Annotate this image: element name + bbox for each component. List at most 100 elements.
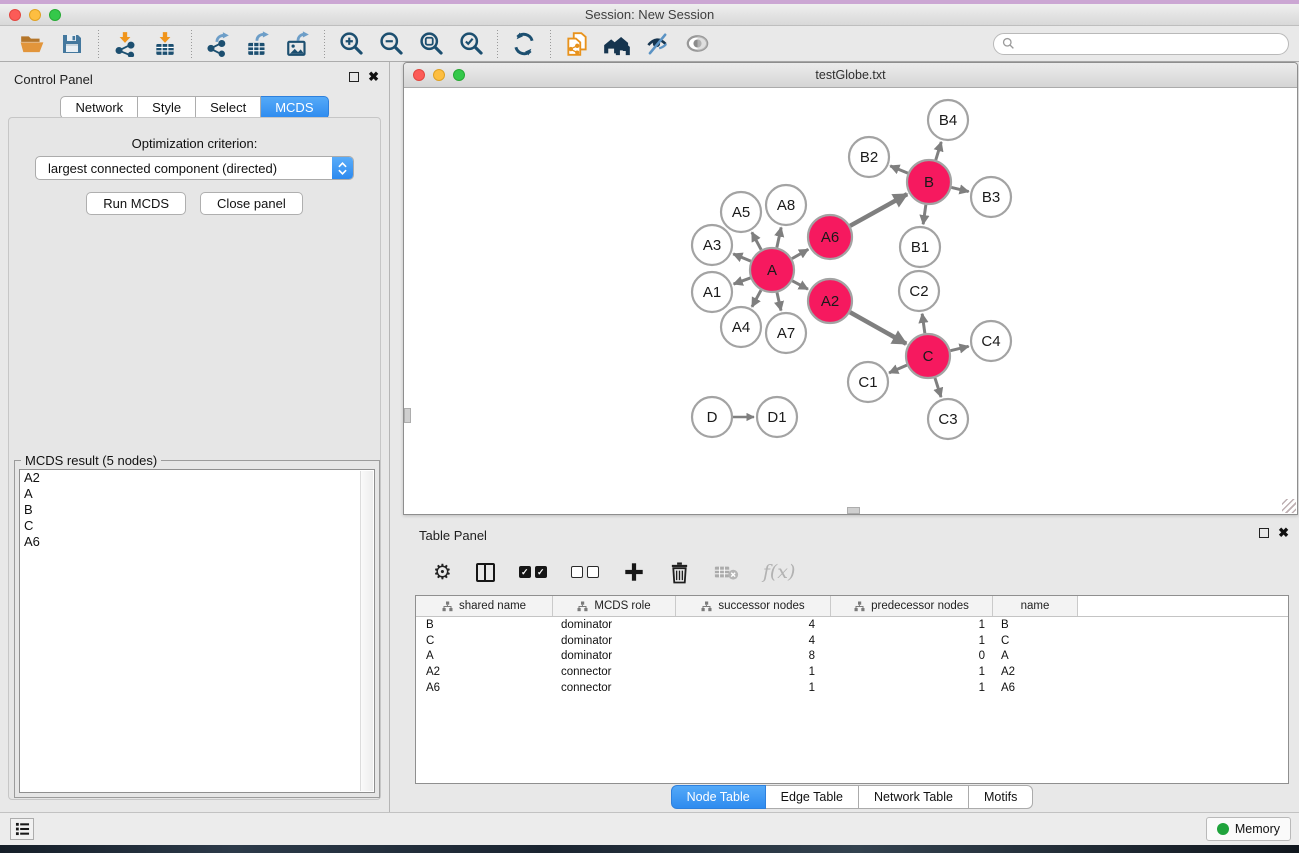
column-header-successor-nodes[interactable]: successor nodes [676, 596, 831, 616]
node-B[interactable]: B [907, 160, 951, 204]
refresh-button[interactable] [504, 28, 544, 60]
edge-A-A3[interactable] [733, 254, 751, 261]
result-item[interactable]: A [20, 486, 374, 502]
float-table-panel-icon[interactable] [1259, 528, 1269, 538]
memory-button[interactable]: Memory [1206, 817, 1291, 841]
edge-A-A8[interactable] [777, 227, 781, 247]
home-button[interactable] [597, 28, 637, 60]
birds-eye-view-button[interactable] [677, 28, 717, 60]
node-A3[interactable]: A3 [692, 225, 732, 265]
table-cell[interactable]: A2 [993, 666, 1078, 678]
add-column-plus-icon[interactable] [623, 561, 645, 583]
table-row[interactable]: Cdominator41C [416, 633, 1288, 649]
criterion-dropdown[interactable]: largest connected component (directed) [35, 156, 354, 180]
table-cell[interactable]: C [993, 635, 1078, 647]
import-table-button[interactable] [145, 28, 185, 60]
tab-motifs[interactable]: Motifs [969, 785, 1033, 809]
copy-network-button[interactable] [557, 28, 597, 60]
result-scrollbar[interactable] [360, 471, 373, 791]
tab-style[interactable]: Style [138, 96, 196, 119]
node-A7[interactable]: A7 [766, 313, 806, 353]
table-cell[interactable]: 1 [831, 619, 993, 631]
table-cell[interactable]: 0 [831, 650, 993, 662]
edge-A-A6[interactable] [792, 249, 808, 258]
export-table-button[interactable] [238, 28, 278, 60]
edge-B-B1[interactable] [923, 205, 926, 224]
table-cell[interactable]: 4 [676, 635, 831, 647]
tab-mcds[interactable]: MCDS [261, 96, 328, 119]
export-image-button[interactable] [278, 28, 318, 60]
table-cell[interactable]: C [416, 635, 553, 647]
node-D1[interactable]: D1 [757, 397, 797, 437]
node-B1[interactable]: B1 [900, 227, 940, 267]
select-all-icon[interactable]: ✓ ✓ [519, 566, 547, 578]
node-table[interactable]: shared nameMCDS rolesuccessor nodesprede… [415, 595, 1289, 784]
edge-C-C1[interactable] [889, 365, 907, 373]
window-resize-grip[interactable] [1282, 499, 1296, 513]
table-cell[interactable]: 1 [676, 666, 831, 678]
table-row[interactable]: A2connector11A2 [416, 664, 1288, 680]
table-cell[interactable]: dominator [553, 635, 676, 647]
close-table-panel-icon[interactable]: ✖ [1278, 528, 1289, 538]
main-titlebar[interactable]: Session: New Session [0, 4, 1299, 26]
close-panel-button[interactable]: Close panel [200, 192, 303, 215]
table-cell[interactable]: 1 [831, 635, 993, 647]
edge-A-A7[interactable] [777, 292, 781, 310]
table-cell[interactable]: B [993, 619, 1078, 631]
node-A1[interactable]: A1 [692, 272, 732, 312]
edge-B-B2[interactable] [890, 166, 908, 173]
edge-A6-B[interactable] [850, 194, 907, 226]
table-row[interactable]: Bdominator41B [416, 617, 1288, 633]
search-field[interactable] [993, 33, 1289, 55]
tab-node-table[interactable]: Node Table [671, 785, 766, 809]
result-item[interactable]: C [20, 518, 374, 534]
network-view-window[interactable]: testGlobe.txt AA1A2A3A4A5A6A7A8BB1B2B3B4… [403, 62, 1298, 515]
edge-A-A4[interactable] [752, 290, 761, 307]
node-C[interactable]: C [906, 334, 950, 378]
node-D[interactable]: D [692, 397, 732, 437]
node-B4[interactable]: B4 [928, 100, 968, 140]
node-A6[interactable]: A6 [808, 215, 852, 259]
edge-C-C2[interactable] [922, 314, 925, 333]
hide-graphics-details-button[interactable] [637, 28, 677, 60]
table-row[interactable]: Adominator80A [416, 649, 1288, 665]
node-C1[interactable]: C1 [848, 362, 888, 402]
delete-column-trash-icon[interactable] [669, 561, 690, 584]
tab-edge-table[interactable]: Edge Table [766, 785, 859, 809]
table-cell[interactable]: connector [553, 666, 676, 678]
result-item[interactable]: A2 [20, 470, 374, 486]
node-C2[interactable]: C2 [899, 271, 939, 311]
network-vscroll-thumb[interactable] [404, 408, 411, 423]
column-header-predecessor-nodes[interactable]: predecessor nodes [831, 596, 993, 616]
table-cell[interactable]: 1 [676, 682, 831, 694]
column-header-MCDS-role[interactable]: MCDS role [553, 596, 676, 616]
mcds-result-list[interactable]: A2ABCA6 [19, 469, 375, 793]
result-item[interactable]: A6 [20, 534, 374, 550]
node-B2[interactable]: B2 [849, 137, 889, 177]
edge-A-A5[interactable] [752, 232, 761, 249]
table-cell[interactable]: A6 [416, 682, 553, 694]
column-header-name[interactable]: name [993, 596, 1078, 616]
table-cell[interactable]: A [416, 650, 553, 662]
tab-network[interactable]: Network [60, 96, 138, 119]
tab-network-table[interactable]: Network Table [859, 785, 969, 809]
close-panel-icon[interactable]: ✖ [368, 72, 379, 82]
zoom-out-button[interactable] [371, 28, 411, 60]
edge-A2-C[interactable] [850, 312, 906, 344]
edge-B-B3[interactable] [951, 187, 968, 191]
table-cell[interactable]: B [416, 619, 553, 631]
node-A2[interactable]: A2 [808, 279, 852, 323]
table-row[interactable]: A6connector11A6 [416, 680, 1288, 696]
table-cell[interactable]: A [993, 650, 1078, 662]
table-options-gear-icon[interactable]: ⚙ [433, 562, 452, 582]
zoom-in-button[interactable] [331, 28, 371, 60]
float-panel-icon[interactable] [349, 72, 359, 82]
task-history-button[interactable] [10, 818, 34, 840]
column-header-shared-name[interactable]: shared name [416, 596, 553, 616]
import-network-button[interactable] [105, 28, 145, 60]
network-canvas[interactable]: AA1A2A3A4A5A6A7A8BB1B2B3B4CC1C2C3C4DD1 [404, 88, 1297, 514]
table-cell[interactable]: connector [553, 682, 676, 694]
network-window-titlebar[interactable]: testGlobe.txt [404, 63, 1297, 88]
node-C3[interactable]: C3 [928, 399, 968, 439]
node-A5[interactable]: A5 [721, 192, 761, 232]
